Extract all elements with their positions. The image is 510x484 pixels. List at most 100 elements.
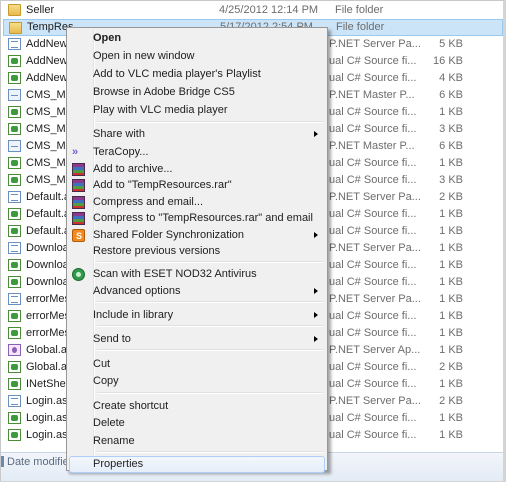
cs-file-icon: [8, 378, 21, 390]
file-type: ual C# Source fi...: [329, 225, 417, 237]
cs-file-icon: [8, 310, 21, 322]
file-size: 1 KB: [439, 208, 463, 220]
menu-item-add-to-archive[interactable]: Add to archive...: [69, 161, 325, 178]
aspx-file-icon: [8, 395, 21, 407]
file-size: 1 KB: [439, 157, 463, 169]
menu-item-open-in-new-window[interactable]: Open in new window: [69, 48, 325, 65]
menu-item-shared-folder-synchronization[interactable]: Shared Folder Synchronization: [69, 227, 325, 245]
file-size: 1 KB: [439, 259, 463, 271]
menu-item-label: TeraCopy...: [93, 146, 149, 158]
cs-file-icon: [8, 123, 21, 135]
file-type: File folder: [335, 4, 384, 16]
menu-item-open[interactable]: Open: [69, 30, 325, 47]
menu-item-label: Add to "TempResources.rar": [93, 179, 232, 191]
eset-icon: [72, 268, 85, 281]
winrar-icon: [72, 179, 85, 192]
menu-item-play-with-vlc-media-player[interactable]: Play with VLC media player: [69, 102, 325, 119]
file-type: P.NET Server Pa...: [329, 293, 421, 305]
file-type: ual C# Source fi...: [329, 123, 417, 135]
cs-file-icon: [8, 327, 21, 339]
menu-item-advanced-options[interactable]: Advanced options: [69, 283, 325, 300]
menu-item-create-shortcut[interactable]: Create shortcut: [69, 398, 325, 415]
file-size: 1 KB: [439, 276, 463, 288]
menu-item-add-to-tempresources-rar[interactable]: Add to "TempResources.rar": [69, 177, 325, 194]
menu-item-label: Restore previous versions: [93, 245, 221, 257]
menu-separator: [97, 325, 323, 327]
menu-item-teracopy[interactable]: » TeraCopy...: [69, 144, 325, 161]
menu-item-label: Rename: [93, 435, 135, 447]
menu-item-share-with[interactable]: Share with: [69, 126, 325, 143]
menu-item-label: Properties: [93, 458, 144, 470]
file-size: 1 KB: [439, 412, 463, 424]
details-pane-marker: [1, 456, 4, 467]
file-size: 3 KB: [439, 174, 463, 186]
menu-item-compress-to-tempresources-rar-and-email[interactable]: Compress to "TempResources.rar" and emai…: [69, 210, 325, 227]
menu-item-label: Open in new window: [93, 50, 195, 62]
menu-item-delete[interactable]: Delete: [69, 415, 325, 432]
file-type: ual C# Source fi...: [329, 378, 417, 390]
file-size: 6 KB: [439, 140, 463, 152]
winrar-icon: [72, 163, 85, 176]
menu-item-send-to[interactable]: Send to: [69, 331, 325, 348]
menu-item-label: Browse in Adobe Bridge CS5: [93, 86, 235, 98]
file-row[interactable]: Seller 4/25/2012 12:14 PM File folder: [3, 2, 503, 19]
master-file-icon: [8, 89, 21, 101]
file-size: 2 KB: [439, 191, 463, 203]
file-type: ual C# Source fi...: [329, 429, 417, 441]
file-type: ual C# Source fi...: [329, 106, 417, 118]
cs-file-icon: [8, 106, 21, 118]
menu-item-label: Share with: [93, 128, 145, 140]
menu-separator: [97, 392, 323, 394]
menu-item-copy[interactable]: Copy: [69, 373, 325, 390]
menu-item-rename[interactable]: Rename: [69, 433, 325, 450]
cs-file-icon: [8, 174, 21, 186]
menu-item-label: Shared Folder Synchronization: [93, 229, 245, 241]
submenu-arrow-icon: [314, 288, 318, 294]
menu-item-label: Compress and email...: [93, 196, 204, 208]
menu-item-add-to-vlc-media-player-s-playlist[interactable]: Add to VLC media player's Playlist: [69, 66, 325, 83]
submenu-arrow-icon: [314, 131, 318, 137]
menu-separator: [97, 121, 323, 123]
menu-separator: [97, 301, 323, 303]
menu-separator: [97, 451, 323, 453]
file-type: P.NET Server Pa...: [329, 38, 421, 50]
aspx-file-icon: [8, 38, 21, 50]
file-size: 1 KB: [439, 225, 463, 237]
menu-item-compress-and-email[interactable]: Compress and email...: [69, 194, 325, 211]
file-type: ual C# Source fi...: [329, 361, 417, 373]
menu-item-cut[interactable]: Cut: [69, 356, 325, 373]
file-size: 1 KB: [439, 327, 463, 339]
menu-item-include-in-library[interactable]: Include in library: [69, 307, 325, 324]
file-type: File folder: [336, 21, 385, 33]
menu-item-label: Cut: [93, 358, 111, 370]
menu-item-browse-in-adobe-bridge-cs5[interactable]: Browse in Adobe Bridge CS5: [69, 84, 325, 101]
file-type: P.NET Master P...: [329, 89, 415, 101]
file-size: 1 KB: [439, 310, 463, 322]
file-size: 1 KB: [439, 293, 463, 305]
menu-item-label: Scan with ESET NOD32 Antivirus: [93, 268, 257, 280]
sync-icon: [72, 228, 85, 245]
menu-item-scan-with-eset-nod32-antivirus[interactable]: Scan with ESET NOD32 Antivirus: [69, 266, 325, 283]
context-menu: Open Open in new window Add to VLC media p…: [66, 27, 328, 473]
file-date: 4/25/2012 12:14 PM: [219, 4, 319, 16]
file-size: 16 KB: [433, 55, 463, 67]
file-size: 2 KB: [439, 361, 463, 373]
file-size: 3 KB: [439, 123, 463, 135]
menu-item-restore-previous-versions[interactable]: Restore previous versions: [69, 243, 325, 260]
menu-item-label: Play with VLC media player: [93, 104, 228, 116]
cs-file-icon: [8, 157, 21, 169]
menu-separator: [97, 349, 323, 351]
file-type: ual C# Source fi...: [329, 174, 417, 186]
cs-file-icon: [8, 276, 21, 288]
submenu-arrow-icon: [314, 336, 318, 342]
menu-item-label: Add to archive...: [93, 163, 173, 175]
file-type: ual C# Source fi...: [329, 72, 417, 84]
cs-file-icon: [8, 429, 21, 441]
file-size: 1 KB: [439, 429, 463, 441]
file-size: 1 KB: [439, 106, 463, 118]
menu-item-label: Delete: [93, 417, 125, 429]
winrar-icon: [72, 212, 85, 225]
file-type: ual C# Source fi...: [329, 259, 417, 271]
aspx-file-icon: [8, 191, 21, 203]
menu-item-properties[interactable]: Properties: [69, 456, 325, 473]
